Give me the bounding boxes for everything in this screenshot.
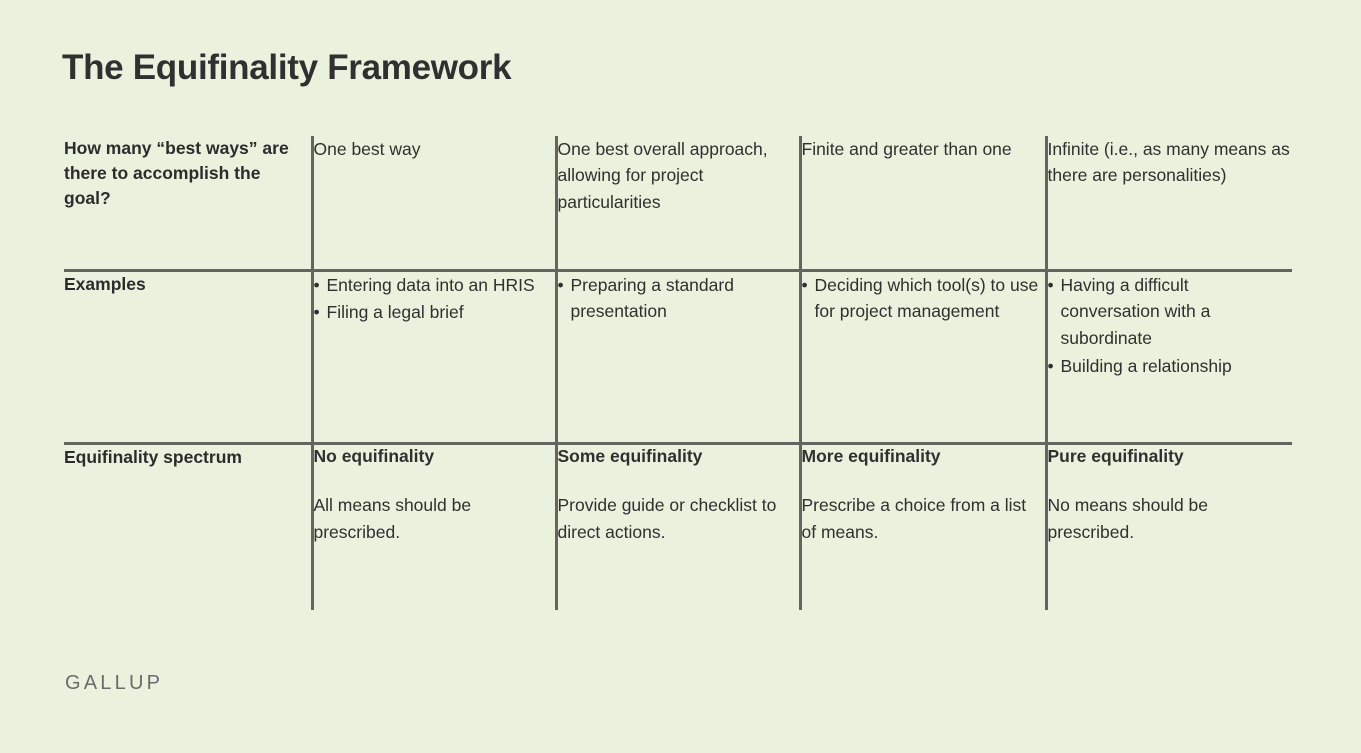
cell-r3c2: Some equifinality Provide guide or check…: [556, 441, 802, 610]
page-title: The Equifinality Framework: [62, 48, 512, 87]
cell-r1c2: One best overall approach, allowing for …: [556, 136, 802, 270]
cell-r3c3: More equifinality Prescribe a choice fro…: [800, 441, 1048, 610]
spectrum-heading: Some equifinality: [557, 445, 703, 466]
list-item: Preparing a standard presentation: [558, 272, 799, 326]
row-label-equifinality-spectrum: Equifinality spectrum: [64, 441, 314, 610]
cell-r1c1: One best way: [312, 136, 558, 270]
bullet-list: Having a difficult conversation with a s…: [1048, 272, 1293, 380]
list-item: Entering data into an HRIS: [314, 272, 555, 299]
spectrum-body: No means should be prescribed.: [1047, 495, 1209, 542]
bullet-list: Deciding which tool(s) to use for projec…: [802, 272, 1045, 326]
spectrum-body: All means should be prescribed.: [313, 495, 472, 542]
cell-r2c3: Deciding which tool(s) to use for projec…: [800, 268, 1048, 443]
spectrum-heading: No equifinality: [313, 445, 435, 466]
cell-r2c2: Preparing a standard presentation: [556, 268, 802, 443]
table-row: How many “best ways” are there to accomp…: [64, 136, 1292, 270]
row-label-examples: Examples: [64, 268, 314, 443]
bullet-list: Preparing a standard presentation: [558, 272, 799, 326]
row-label-how-many-best-ways: How many “best ways” are there to accomp…: [64, 136, 314, 270]
list-item: Building a relationship: [1048, 353, 1293, 380]
cell-r2c4: Having a difficult conversation with a s…: [1046, 268, 1293, 443]
spectrum-body: Provide guide or checklist to direct act…: [557, 495, 777, 542]
cell-r3c1: No equifinality All means should be pres…: [312, 441, 558, 610]
gallup-wordmark: GALLUP: [65, 672, 164, 694]
cell-r2c1: Entering data into an HRIS Filing a lega…: [312, 268, 558, 443]
cell-r1c4: Infinite (i.e., as many means as there a…: [1047, 139, 1290, 186]
cell-r1c3: Finite and greater than one: [800, 136, 1048, 270]
spectrum-body: Prescribe a choice from a list of means.: [801, 495, 1027, 542]
table-row: Equifinality spectrum No equifinality Al…: [64, 441, 1292, 610]
list-item: Deciding which tool(s) to use for projec…: [802, 272, 1045, 326]
list-item: Having a difficult conversation with a s…: [1048, 272, 1293, 352]
bullet-list: Entering data into an HRIS Filing a lega…: [314, 272, 555, 327]
spectrum-heading: Pure equifinality: [1047, 445, 1184, 466]
list-item: Filing a legal brief: [314, 299, 555, 326]
equifinality-framework-table: How many “best ways” are there to accomp…: [64, 136, 1292, 610]
table-row: Examples Entering data into an HRIS Fili…: [64, 268, 1293, 443]
spectrum-heading: More equifinality: [801, 445, 941, 466]
cell-r3c4: Pure equifinality No means should be pre…: [1046, 441, 1292, 610]
